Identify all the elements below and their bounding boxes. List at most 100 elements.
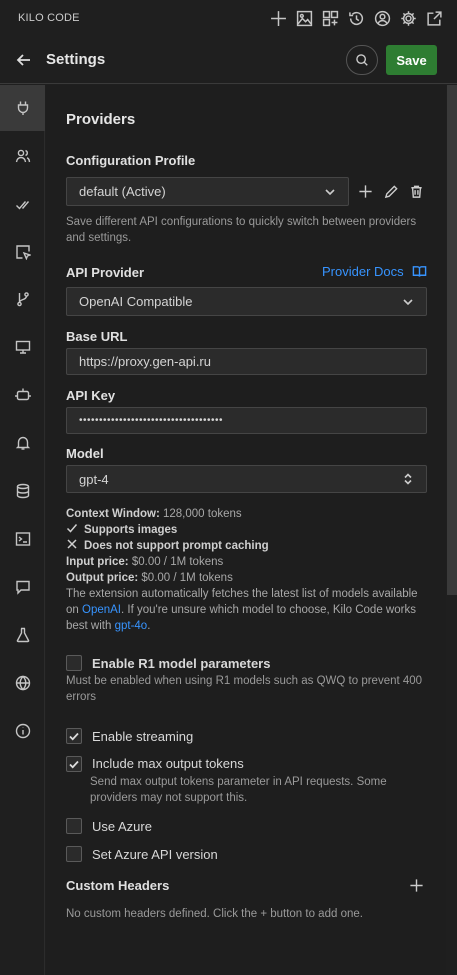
- api-key-value: ••••••••••••••••••••••••••••••••••••: [79, 415, 224, 426]
- sidebar-item-language[interactable]: [0, 660, 45, 706]
- info-icon: [15, 723, 30, 739]
- sidebar-item-experimental[interactable]: [0, 612, 45, 658]
- config-profile-label: Configuration Profile: [66, 153, 196, 168]
- api-key-label: API Key: [66, 388, 116, 403]
- plug-icon: [17, 101, 28, 115]
- output-price-line: Output price: $0.00 / 1M tokens: [66, 572, 233, 584]
- section-title: Providers: [66, 111, 136, 128]
- provider-docs-link[interactable]: Provider Docs: [322, 264, 428, 279]
- add-header-button[interactable]: [407, 876, 425, 894]
- azure-label: Use Azure: [92, 819, 152, 834]
- provider-docs-text: Provider Docs: [322, 264, 404, 279]
- chevron-down-icon: [324, 186, 336, 198]
- model-desc-line-1: The extension automatically fetches the …: [66, 588, 418, 600]
- api-provider-value: OpenAI Compatible: [79, 294, 193, 309]
- search-icon: [356, 54, 368, 66]
- plus-icon[interactable]: [268, 8, 288, 28]
- settings-sidebar: [0, 85, 45, 975]
- model-desc-line-2: on OpenAI. If you're unsure which model …: [66, 604, 416, 616]
- users-icon: [15, 149, 30, 163]
- top-bar-icons: [268, 8, 444, 28]
- config-profile-value: default (Active): [79, 184, 166, 199]
- base-url-label: Base URL: [66, 329, 128, 344]
- scrollbar[interactable]: [447, 85, 457, 595]
- monitor-icon: [15, 340, 30, 354]
- database-icon: [16, 483, 29, 499]
- check-icon: [69, 732, 79, 741]
- rename-profile-button[interactable]: [382, 182, 400, 200]
- gpt-4o-link[interactable]: gpt-4o: [115, 620, 148, 632]
- sidebar-item-data[interactable]: [0, 468, 45, 514]
- chevron-down-icon: [402, 296, 414, 308]
- trash-icon: [410, 185, 422, 198]
- model-value: gpt-4: [79, 471, 109, 487]
- pencil-icon: [384, 184, 398, 198]
- streaming-label: Enable streaming: [92, 729, 194, 744]
- gear-icon[interactable]: [398, 8, 418, 28]
- pointer-icon: [15, 245, 31, 260]
- model-select[interactable]: gpt-4: [66, 465, 427, 493]
- max-tokens-label: Include max output tokens: [92, 756, 244, 771]
- supports-images-line: Supports images: [66, 522, 436, 538]
- plus-icon: [409, 878, 423, 892]
- globe-icon: [15, 675, 30, 691]
- search-button[interactable]: [346, 45, 378, 75]
- r1-label: Enable R1 model parameters: [92, 656, 271, 671]
- sidebar-item-about[interactable]: [0, 708, 45, 754]
- robot-icon: [14, 388, 31, 401]
- account-icon[interactable]: [372, 8, 392, 28]
- sidebar-item-browser[interactable]: [0, 229, 45, 275]
- sidebar-item-context[interactable]: [0, 371, 45, 417]
- settings-main: Providers Configuration Profile default …: [46, 85, 446, 975]
- sidebar-item-prompts[interactable]: [0, 564, 45, 610]
- page-title: Settings: [46, 51, 106, 68]
- terminal-icon: [15, 532, 30, 546]
- model-label: Model: [66, 446, 104, 461]
- context-window-line: Context Window: 128,000 tokens: [66, 508, 242, 520]
- api-key-input[interactable]: ••••••••••••••••••••••••••••••••••••: [66, 407, 427, 434]
- sidebar-item-checkpoints[interactable]: [0, 276, 45, 322]
- image-icon[interactable]: [294, 8, 314, 28]
- sidebar-item-auto-approve[interactable]: [0, 182, 45, 228]
- max-tokens-checkbox[interactable]: [66, 756, 82, 772]
- api-provider-select[interactable]: OpenAI Compatible: [66, 287, 427, 316]
- branch-icon: [16, 292, 29, 307]
- settings-header: Settings Save: [0, 36, 457, 84]
- sidebar-item-terminal[interactable]: [0, 516, 45, 562]
- input-price-line: Input price: $0.00 / 1M tokens: [66, 556, 224, 568]
- max-tokens-help: Send max output tokens parameter in API …: [90, 776, 387, 804]
- azure-version-label: Set Azure API version: [92, 847, 218, 862]
- azure-version-checkbox[interactable]: [66, 846, 82, 862]
- azure-checkbox[interactable]: [66, 818, 82, 834]
- popout-icon[interactable]: [424, 8, 444, 28]
- x-icon: [66, 538, 78, 550]
- check-icon: [66, 522, 78, 534]
- history-icon[interactable]: [346, 8, 366, 28]
- chevron-updown-icon: [402, 473, 414, 485]
- api-provider-label: API Provider: [66, 265, 145, 280]
- delete-profile-button[interactable]: [407, 182, 425, 200]
- config-profile-select[interactable]: default (Active): [66, 177, 349, 206]
- chat-icon: [15, 580, 30, 595]
- r1-help: Must be enabled when using R1 models suc…: [66, 675, 423, 703]
- plus-icon: [358, 184, 372, 198]
- check-icon: [15, 201, 29, 210]
- app-title: KILO CODE: [18, 12, 80, 24]
- sidebar-item-notifications[interactable]: [0, 420, 45, 466]
- config-profile-help: Save different API configurations to qui…: [66, 216, 417, 244]
- openai-link[interactable]: OpenAI: [82, 604, 121, 616]
- back-arrow-icon[interactable]: [14, 50, 34, 70]
- base-url-input[interactable]: https://proxy.gen-api.ru: [66, 348, 427, 375]
- save-button[interactable]: Save: [386, 45, 437, 75]
- sidebar-item-providers[interactable]: [0, 85, 45, 131]
- flask-icon: [16, 627, 29, 643]
- sidebar-item-display[interactable]: [0, 324, 45, 370]
- base-url-value: https://proxy.gen-api.ru: [79, 354, 211, 369]
- custom-headers-label: Custom Headers: [66, 878, 170, 893]
- grid-icon[interactable]: [320, 8, 340, 28]
- model-desc-line-3: best with gpt-4o.: [66, 620, 151, 632]
- r1-checkbox[interactable]: [66, 655, 82, 671]
- sidebar-item-modes[interactable]: [0, 133, 45, 179]
- streaming-checkbox[interactable]: [66, 728, 82, 744]
- add-profile-button[interactable]: [356, 182, 374, 200]
